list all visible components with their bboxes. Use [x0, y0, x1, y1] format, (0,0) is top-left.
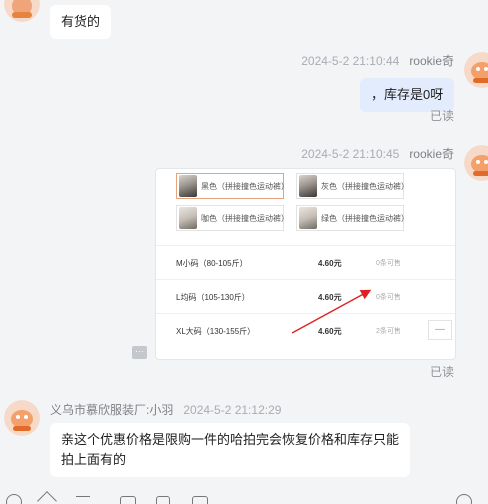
size-stock: 0条可售	[376, 260, 401, 267]
user-avatar[interactable]	[464, 145, 488, 181]
size-stock: 2条可售	[376, 328, 401, 335]
variant-thumbnail	[299, 207, 317, 229]
read-status: 已读	[430, 365, 455, 379]
size-name: M小码（80-105斤）	[176, 259, 248, 268]
message-meta: 2024-5-2 21:10:45 rookie奇	[301, 145, 454, 162]
variant-option[interactable]: 绿色（拼接撞色运动裤）	[296, 205, 409, 231]
variant-thumbnail	[179, 207, 197, 229]
screen-icon[interactable]	[192, 496, 208, 504]
contact-avatar[interactable]	[4, 400, 40, 436]
message-meta: 2024-5-2 21:10:44 rookie奇	[301, 52, 454, 69]
size-name: XL大码（130-155斤）	[176, 327, 256, 336]
message-text: ，库存是0呀	[371, 87, 444, 102]
size-price: 4.60元	[318, 293, 342, 302]
variant-option[interactable]: 灰色（拼接撞色运动裤）	[296, 173, 409, 199]
message-bubble-incoming-2: 亲这个优惠价格是限购一件的哈拍完会恢复价格和库存只能拍上面有的	[50, 423, 410, 477]
size-row: M小码（80-105斤） 4.60元 0条可售	[156, 245, 455, 279]
message-bubble-incoming-1: 有货的	[50, 5, 112, 39]
variant-thumbnail	[299, 175, 317, 197]
more-options-icon[interactable]: ···	[132, 346, 147, 359]
variant-option[interactable]: 黑色（拼接撞色运动裤）	[176, 173, 289, 199]
size-price: 4.60元	[318, 327, 342, 336]
read-status: 已读	[430, 109, 455, 123]
message-sender: 义乌市慕欣服装厂:小羽	[50, 403, 174, 417]
size-row: XL大码（130-155斤） 4.60元 2条可售	[156, 313, 455, 347]
message-text: 亲这个优惠价格是限购一件的哈拍完会恢复价格和库存只能拍上面有的	[61, 432, 400, 467]
size-name: L均码（105-130斤）	[176, 293, 250, 302]
message-time: 2024-5-2 21:12:29	[183, 403, 282, 417]
variant-thumbnail	[179, 175, 197, 197]
quantity-stepper[interactable]: —	[428, 320, 452, 340]
scissors-icon[interactable]	[76, 496, 90, 504]
font-icon[interactable]	[37, 491, 57, 504]
message-text: 有货的	[61, 14, 101, 29]
product-order-card[interactable]: 黑色（拼接撞色运动裤） 灰色（拼接撞色运动裤） 咖色（拼接撞色运动裤） 绿色（拼…	[155, 168, 456, 360]
message-time: 2024-5-2 21:10:45	[301, 147, 400, 161]
variant-option[interactable]: 咖色（拼接撞色运动裤）	[176, 205, 289, 231]
image-icon[interactable]	[120, 496, 136, 504]
variant-label: 黑色（拼接撞色运动裤）	[201, 181, 289, 191]
history-icon[interactable]	[456, 494, 472, 504]
message-sender: rookie奇	[409, 147, 454, 161]
size-row: L均码（105-130斤） 4.60元 0条可售	[156, 279, 455, 313]
contact-avatar-top[interactable]	[4, 0, 40, 22]
emoji-icon[interactable]	[6, 494, 22, 504]
variant-label: 灰色（拼接撞色运动裤）	[321, 181, 409, 191]
size-price: 4.60元	[318, 259, 342, 268]
message-time: 2024-5-2 21:10:44	[301, 54, 400, 68]
variant-label: 绿色（拼接撞色运动裤）	[321, 213, 409, 223]
variant-label: 咖色（拼接撞色运动裤）	[201, 213, 289, 223]
file-icon[interactable]	[156, 496, 170, 504]
user-avatar[interactable]	[464, 52, 488, 88]
message-sender: rookie奇	[409, 54, 454, 68]
message-meta: 义乌市慕欣服装厂:小羽 2024-5-2 21:12:29	[50, 401, 281, 418]
size-stock: 0条可售	[376, 294, 401, 301]
